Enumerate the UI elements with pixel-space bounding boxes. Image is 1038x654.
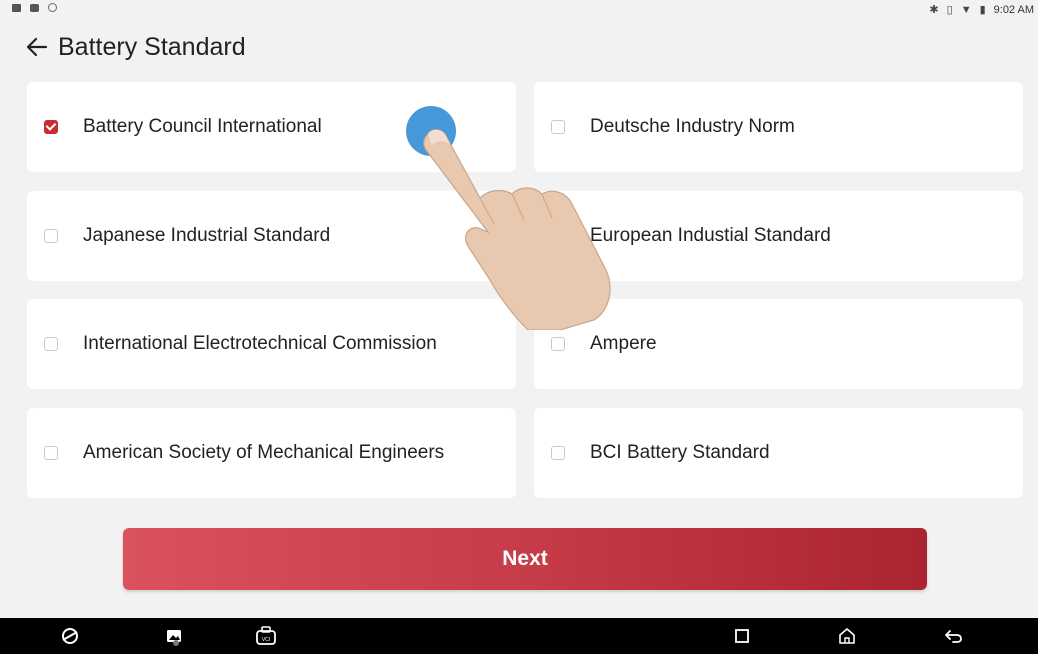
checkbox-checked[interactable] (44, 120, 58, 134)
system-status-icons: ✱ ▯ ▼ ▮ 9:02 AM (929, 4, 1034, 16)
browser-icon (62, 628, 78, 644)
message-notification-icon (30, 3, 39, 12)
option-label: International Electrotechnical Commissio… (83, 333, 437, 354)
option-bci-battery-standard[interactable]: BCI Battery Standard (534, 408, 1023, 498)
option-european-industial-standard[interactable]: European Industial Standard (534, 191, 1023, 281)
checkbox[interactable] (44, 446, 58, 460)
option-label: Ampere (590, 333, 657, 354)
touch-indicator (406, 106, 456, 156)
next-button-label: Next (502, 547, 548, 570)
notification-icons (12, 3, 57, 12)
checkbox[interactable] (44, 337, 58, 351)
next-button[interactable]: Next (123, 528, 927, 590)
bluetooth-icon: ✱ (929, 4, 939, 16)
battery-icon: ▮ (979, 4, 986, 16)
recents-icon (735, 629, 749, 643)
home-icon (839, 628, 855, 644)
back-button[interactable] (24, 34, 50, 60)
page-title: Battery Standard (58, 32, 246, 61)
option-japanese-industrial-standard[interactable]: Japanese Industrial Standard (27, 191, 516, 281)
option-international-electrotechnical-commission[interactable]: International Electrotechnical Commissio… (27, 299, 516, 389)
checkbox[interactable] (551, 337, 565, 351)
navigation-bar: VCI (0, 618, 1038, 654)
checkbox[interactable] (551, 120, 565, 134)
browser-button[interactable] (56, 623, 84, 649)
vibrate-icon: ▯ (946, 4, 953, 16)
option-label: American Society of Mechanical Engineers (83, 442, 445, 463)
option-deutsche-industry-norm[interactable]: Deutsche Industry Norm (534, 82, 1023, 172)
option-label: Japanese Industrial Standard (83, 225, 331, 246)
option-label: European Industial Standard (590, 225, 831, 246)
option-ampere[interactable]: Ampere (534, 299, 1023, 389)
option-label: Deutsche Industry Norm (590, 116, 795, 137)
checkbox[interactable] (551, 446, 565, 460)
home-button[interactable] (833, 623, 861, 649)
status-bar: ✱ ▯ ▼ ▮ 9:02 AM (0, 0, 1038, 24)
gallery-button[interactable] (160, 623, 188, 649)
checkbox[interactable] (551, 229, 565, 243)
arrow-left-icon (26, 37, 48, 57)
option-american-society-of-mechanical-engineers[interactable]: American Society of Mechanical Engineers (27, 408, 516, 498)
system-back-button[interactable] (940, 623, 968, 649)
option-label: Battery Council International (83, 116, 322, 137)
vci-label: VCI (262, 637, 270, 643)
option-label: BCI Battery Standard (590, 442, 770, 463)
wifi-icon: ▼ (960, 4, 972, 16)
page-header: Battery Standard (24, 29, 246, 65)
vci-button[interactable]: VCI (252, 623, 280, 649)
image-notification-icon (12, 3, 21, 12)
settings-notification-icon (48, 3, 57, 12)
checkbox[interactable] (44, 229, 58, 243)
vci-icon: VCI (256, 626, 276, 645)
gallery-icon (167, 630, 181, 646)
recents-button[interactable] (728, 623, 756, 649)
back-icon (945, 630, 962, 643)
status-time: 9:02 AM (993, 4, 1034, 16)
